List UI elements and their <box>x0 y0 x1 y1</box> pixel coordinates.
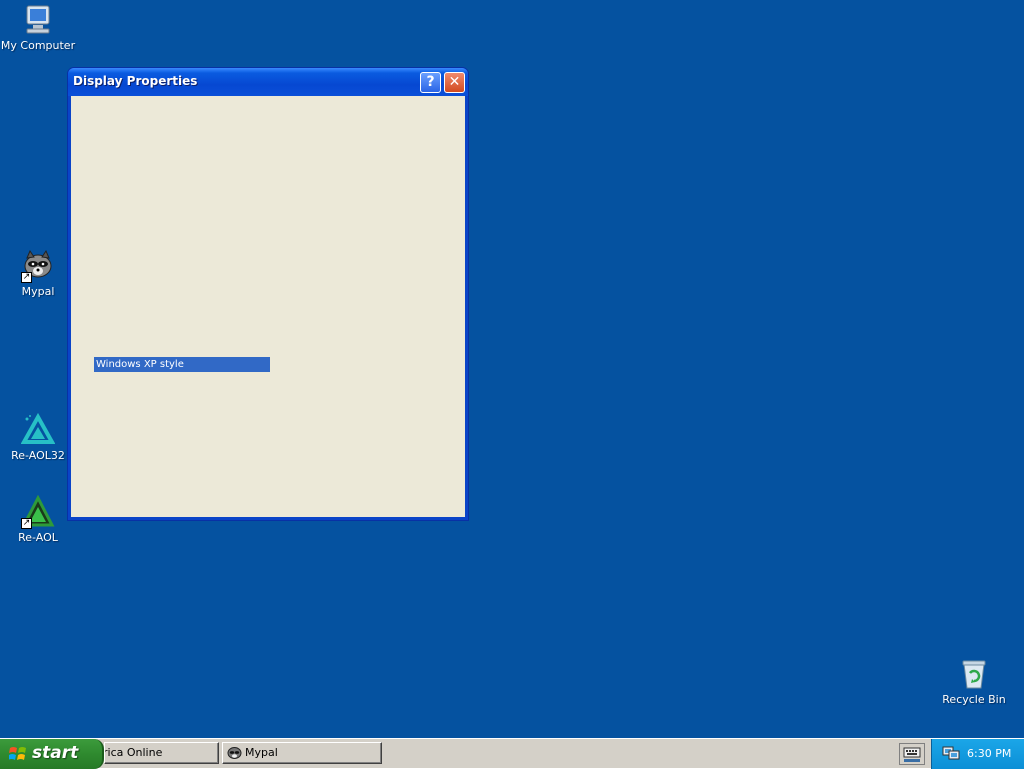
window-title: Display Properties <box>73 74 198 88</box>
desktop-icon-my-computer[interactable]: My Computer <box>0 3 76 52</box>
aol-triangle-icon <box>21 413 55 447</box>
window-titlebar[interactable]: Display Properties ? ✕ <box>68 68 468 96</box>
start-label: start <box>32 743 79 763</box>
desktop-icon-label: Re-AOL32 <box>11 449 65 462</box>
network-icon[interactable] <box>942 745 960 761</box>
shortcut-arrow-icon: ↗ <box>21 518 32 529</box>
close-icon: ✕ <box>448 74 461 90</box>
recycle-bin-icon <box>957 657 991 691</box>
display-properties-window: Display Properties ? ✕ Windows XP style <box>67 67 469 521</box>
clock[interactable]: 6:30 PM <box>967 747 1011 760</box>
keyboard-icon <box>903 747 921 762</box>
taskbar: start rica Online Mypal 6:30 PM <box>0 738 1024 769</box>
system-tray: 6:30 PM <box>931 739 1024 769</box>
desktop-icon-re-aol32[interactable]: Re-AOL32 <box>0 413 76 462</box>
taskbar-button-mypal[interactable]: Mypal <box>222 742 382 764</box>
raccoon-icon: ↗ <box>21 249 55 283</box>
desktop-icon-recycle-bin[interactable]: Recycle Bin <box>936 657 1012 706</box>
help-button[interactable]: ? <box>420 72 441 93</box>
desktop-icon-label: Recycle Bin <box>942 693 1006 706</box>
start-button[interactable]: start <box>0 739 104 769</box>
windows-logo-icon <box>9 747 26 760</box>
shortcut-arrow-icon: ↗ <box>21 272 32 283</box>
keyboard-language-button[interactable] <box>899 743 925 765</box>
desktop-icon-label: Re-AOL <box>18 531 58 544</box>
desktop: My Computer ↗ Mypal Re-AOL32 ↗ Re-AOL Re… <box>0 0 1024 738</box>
aol-triangle-icon: ↗ <box>21 495 55 529</box>
help-icon: ? <box>426 74 435 90</box>
raccoon-icon <box>227 747 242 759</box>
close-button[interactable]: ✕ <box>444 72 465 93</box>
taskbar-button-label: rica Online <box>104 746 163 759</box>
window-body: Windows XP style <box>71 96 465 517</box>
computer-icon <box>21 3 55 37</box>
desktop-icon-re-aol[interactable]: ↗ Re-AOL <box>0 495 76 544</box>
taskbar-button-aol[interactable]: rica Online <box>104 742 219 764</box>
desktop-icon-label: My Computer <box>0 39 76 52</box>
windows-style-selection[interactable]: Windows XP style <box>94 357 270 372</box>
taskbar-button-label: Mypal <box>245 746 278 759</box>
desktop-icon-label: Mypal <box>21 285 55 298</box>
desktop-icon-mypal[interactable]: ↗ Mypal <box>0 249 76 298</box>
